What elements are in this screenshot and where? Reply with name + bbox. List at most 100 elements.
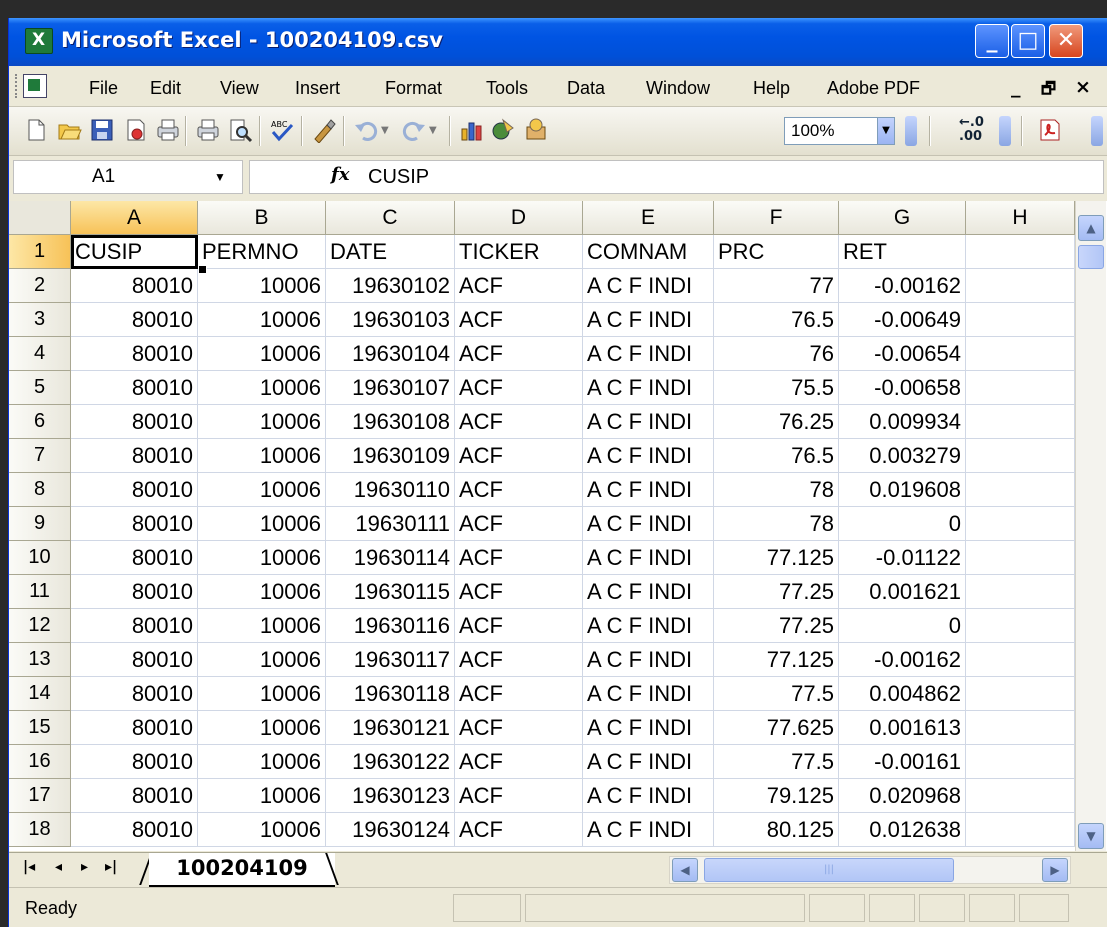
cell-e2[interactable]: A C F INDI <box>583 269 714 303</box>
cell-g4[interactable]: -0.00654 <box>839 337 966 371</box>
row-header-7[interactable]: 7 <box>9 439 71 473</box>
excel-app-icon[interactable] <box>25 28 53 54</box>
cell-e10[interactable]: A C F INDI <box>583 541 714 575</box>
cell-f16[interactable]: 77.5 <box>714 745 839 779</box>
research-icon[interactable] <box>311 117 337 144</box>
cell-b12[interactable]: 10006 <box>198 609 326 643</box>
cell-d10[interactable]: ACF <box>455 541 583 575</box>
workbook-icon[interactable] <box>23 74 47 98</box>
chart-wizard-icon[interactable] <box>459 117 485 143</box>
cell-e14[interactable]: A C F INDI <box>583 677 714 711</box>
row-header-18[interactable]: 18 <box>9 813 71 847</box>
formula-input[interactable]: CUSIP <box>249 160 1104 194</box>
cell-c7[interactable]: 19630109 <box>326 439 455 473</box>
cell-a10[interactable]: 80010 <box>71 541 198 575</box>
close-button[interactable]: ✕ <box>1049 24 1083 58</box>
cell-b9[interactable]: 10006 <box>198 507 326 541</box>
cell-c3[interactable]: 19630103 <box>326 303 455 337</box>
title-bar[interactable]: Microsoft Excel - 100204109.csv _ □ ✕ <box>9 18 1107 66</box>
scroll-up-icon[interactable]: ▲ <box>1078 215 1104 241</box>
cell-h14[interactable] <box>966 677 1075 711</box>
column-header-f[interactable]: F <box>714 201 839 235</box>
menu-tools[interactable]: Tools <box>486 78 528 99</box>
cell-h18[interactable] <box>966 813 1075 847</box>
horizontal-scrollbar[interactable]: ◀ ||| ▶ <box>669 856 1071 884</box>
scroll-left-icon[interactable]: ◀ <box>672 858 698 882</box>
cell-a8[interactable]: 80010 <box>71 473 198 507</box>
new-icon[interactable] <box>23 117 49 143</box>
cell-e9[interactable]: A C F INDI <box>583 507 714 541</box>
cell-b6[interactable]: 10006 <box>198 405 326 439</box>
cell-h13[interactable] <box>966 643 1075 677</box>
name-box[interactable]: A1 ▼ <box>13 160 243 194</box>
cell-a17[interactable]: 80010 <box>71 779 198 813</box>
cell-a14[interactable]: 80010 <box>71 677 198 711</box>
cell-d6[interactable]: ACF <box>455 405 583 439</box>
cell-f12[interactable]: 77.25 <box>714 609 839 643</box>
cell-a18[interactable]: 80010 <box>71 813 198 847</box>
column-header-c[interactable]: C <box>326 201 455 235</box>
row-header-10[interactable]: 10 <box>9 541 71 575</box>
row-header-14[interactable]: 14 <box>9 677 71 711</box>
vertical-scroll-thumb[interactable] <box>1078 245 1104 269</box>
cell-c6[interactable]: 19630108 <box>326 405 455 439</box>
cell-c2[interactable]: 19630102 <box>326 269 455 303</box>
doc-restore-icon[interactable]: 🗗 <box>1041 78 1056 105</box>
cell-c11[interactable]: 19630115 <box>326 575 455 609</box>
cell-g13[interactable]: -0.00162 <box>839 643 966 677</box>
cell-a5[interactable]: 80010 <box>71 371 198 405</box>
cell-g18[interactable]: 0.012638 <box>839 813 966 847</box>
maximize-button[interactable]: □ <box>1011 24 1045 58</box>
cell-d17[interactable]: ACF <box>455 779 583 813</box>
next-sheet-icon[interactable]: ▸ <box>81 859 88 875</box>
cell-b7[interactable]: 10006 <box>198 439 326 473</box>
cell-b14[interactable]: 10006 <box>198 677 326 711</box>
cell-c9[interactable]: 19630111 <box>326 507 455 541</box>
zoom-dropdown-icon[interactable]: ▼ <box>877 117 895 145</box>
cell-e3[interactable]: A C F INDI <box>583 303 714 337</box>
redo-icon[interactable] <box>401 117 427 143</box>
cell-f15[interactable]: 77.625 <box>714 711 839 745</box>
row-header-17[interactable]: 17 <box>9 779 71 813</box>
menu-insert[interactable]: Insert <box>295 78 340 99</box>
cell-a6[interactable]: 80010 <box>71 405 198 439</box>
cell-g17[interactable]: 0.020968 <box>839 779 966 813</box>
menu-data[interactable]: Data <box>567 78 605 99</box>
fill-handle[interactable] <box>198 265 207 274</box>
cell-a12[interactable]: 80010 <box>71 609 198 643</box>
cell-h3[interactable] <box>966 303 1075 337</box>
print-area-icon[interactable] <box>155 117 181 143</box>
cell-a4[interactable]: 80010 <box>71 337 198 371</box>
cell-c12[interactable]: 19630116 <box>326 609 455 643</box>
cell-b2[interactable]: 10006 <box>198 269 326 303</box>
cell-g12[interactable]: 0 <box>839 609 966 643</box>
cell-g11[interactable]: 0.001621 <box>839 575 966 609</box>
cell-e13[interactable]: A C F INDI <box>583 643 714 677</box>
cell-d8[interactable]: ACF <box>455 473 583 507</box>
cell-a9[interactable]: 80010 <box>71 507 198 541</box>
cell-d18[interactable]: ACF <box>455 813 583 847</box>
cell-h17[interactable] <box>966 779 1075 813</box>
cell-b4[interactable]: 10006 <box>198 337 326 371</box>
cell-d11[interactable]: ACF <box>455 575 583 609</box>
cell-c16[interactable]: 19630122 <box>326 745 455 779</box>
cell-d9[interactable]: ACF <box>455 507 583 541</box>
cell-h2[interactable] <box>966 269 1075 303</box>
cell-c15[interactable]: 19630121 <box>326 711 455 745</box>
cell-d4[interactable]: ACF <box>455 337 583 371</box>
cell-e6[interactable]: A C F INDI <box>583 405 714 439</box>
cell-h16[interactable] <box>966 745 1075 779</box>
cell-f11[interactable]: 77.25 <box>714 575 839 609</box>
cell-f17[interactable]: 79.125 <box>714 779 839 813</box>
cell-c17[interactable]: 19630123 <box>326 779 455 813</box>
cell-f3[interactable]: 76.5 <box>714 303 839 337</box>
cell-b15[interactable]: 10006 <box>198 711 326 745</box>
cell-c13[interactable]: 19630117 <box>326 643 455 677</box>
cell-g2[interactable]: -0.00162 <box>839 269 966 303</box>
cell-c8[interactable]: 19630110 <box>326 473 455 507</box>
cell-g1[interactable]: RET <box>839 235 966 269</box>
drawing-icon[interactable] <box>491 117 517 143</box>
cell-f9[interactable]: 78 <box>714 507 839 541</box>
cell-f18[interactable]: 80.125 <box>714 813 839 847</box>
cell-g10[interactable]: -0.01122 <box>839 541 966 575</box>
